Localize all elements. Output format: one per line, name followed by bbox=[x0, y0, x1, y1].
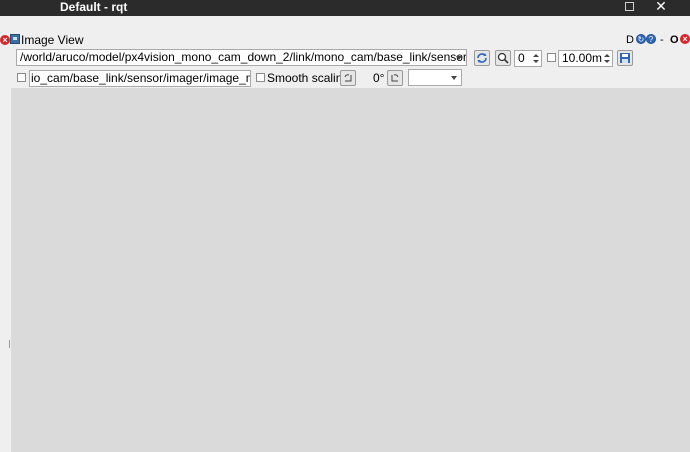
rotate-right-button[interactable] bbox=[387, 70, 403, 86]
spin-down-icon[interactable] bbox=[533, 60, 539, 63]
rotate-left-button[interactable] bbox=[340, 70, 356, 86]
window-close-icon[interactable]: ✕ bbox=[654, 0, 668, 14]
smooth-scaling-checkbox[interactable] bbox=[256, 73, 265, 82]
zoom-button[interactable] bbox=[495, 50, 511, 66]
chevron-down-icon bbox=[456, 56, 462, 60]
chevron-down-icon bbox=[451, 76, 457, 80]
spin-up-icon[interactable] bbox=[533, 54, 539, 57]
image-view-icon bbox=[10, 34, 20, 44]
max-range-value: 10.00m bbox=[562, 51, 603, 65]
zoom-icon bbox=[497, 52, 509, 64]
maximize-icon[interactable] bbox=[625, 2, 634, 11]
rotate-right-icon bbox=[391, 74, 399, 82]
save-image-button[interactable] bbox=[617, 50, 633, 66]
rotation-label: 0° bbox=[373, 71, 385, 85]
splitter-handle[interactable] bbox=[9, 340, 10, 348]
dynamic-range-checkbox[interactable] bbox=[547, 53, 556, 62]
refresh-topics-button[interactable] bbox=[474, 50, 490, 66]
color-scheme-combobox[interactable] bbox=[408, 69, 462, 86]
window-titlebar: Default - rqt ✕ bbox=[0, 0, 690, 16]
image-canvas[interactable] bbox=[11, 88, 690, 452]
mouse-topic-value: io_cam/base_link/sensor/imager/image_mou… bbox=[31, 71, 250, 85]
publish-mouse-checkbox[interactable] bbox=[17, 73, 26, 82]
reload-icon[interactable]: ↻ bbox=[636, 34, 646, 44]
topic-combobox[interactable]: /world/aruco/model/px4vision_mono_cam_do… bbox=[16, 49, 467, 66]
rotate-left-icon bbox=[344, 74, 352, 82]
help-icon[interactable]: ? bbox=[646, 34, 656, 44]
refresh-icon bbox=[477, 53, 487, 63]
zoom-value: 0 bbox=[518, 51, 525, 65]
mouse-topic-input[interactable]: io_cam/base_link/sensor/imager/image_mou… bbox=[29, 70, 251, 87]
minimize-button[interactable]: - bbox=[660, 34, 664, 46]
plugin-close-icon[interactable]: × bbox=[680, 34, 690, 44]
dock-close-icon[interactable]: × bbox=[0, 35, 10, 45]
plugin-header: Image View bbox=[10, 33, 690, 47]
max-range-spinbox[interactable]: 10.00m bbox=[558, 50, 613, 67]
float-button[interactable]: O bbox=[670, 34, 679, 46]
topic-value: /world/aruco/model/px4vision_mono_cam_do… bbox=[20, 50, 467, 64]
zoom-spinbox[interactable]: 0 bbox=[514, 50, 542, 67]
plugin-title: Image View bbox=[21, 33, 84, 47]
dock-d-button[interactable]: D bbox=[626, 34, 634, 46]
smooth-scaling-label: Smooth scaling bbox=[267, 71, 350, 85]
save-icon bbox=[620, 53, 630, 63]
spin-down-icon[interactable] bbox=[604, 60, 610, 63]
spin-up-icon[interactable] bbox=[604, 54, 610, 57]
window-title: Default - rqt bbox=[60, 0, 128, 14]
